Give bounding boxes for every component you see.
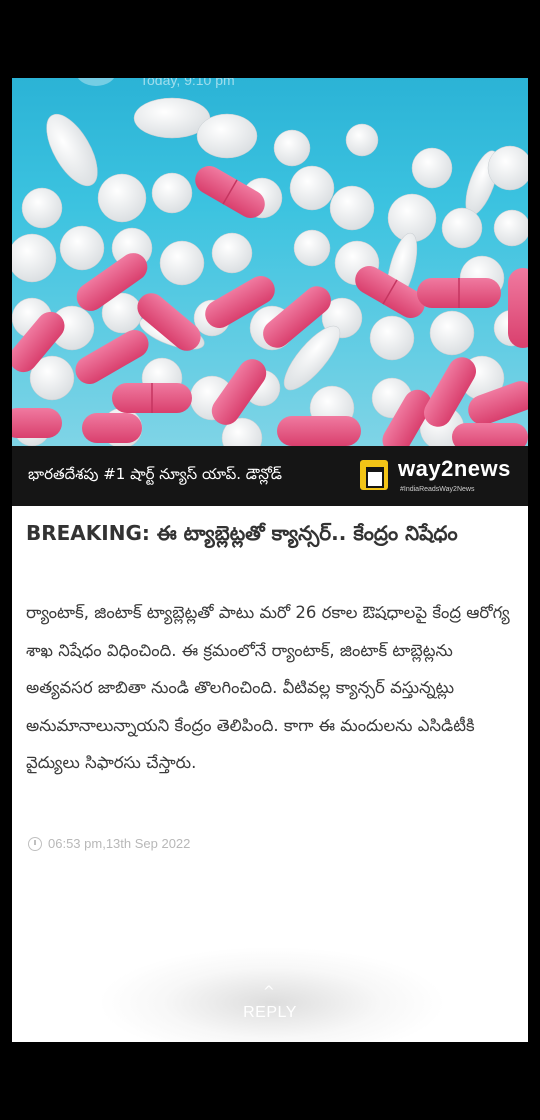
banner-text: భారతదేశపు #1 షార్ట్ న్యూస్ యాప్. డౌన్లోడ… — [28, 465, 283, 483]
chevron-up-icon[interactable]: ^ — [263, 984, 275, 1000]
news-card[interactable]: Today, 9:10 pm భారతదేశపు #1 షార్ట్ న్యూస… — [12, 78, 528, 1042]
article-timestamp: 06:53 pm,13th Sep 2022 — [48, 836, 191, 851]
article-timestamp-row: 06:53 pm,13th Sep 2022 — [28, 836, 190, 851]
article-headline: BREAKING: ఈ ట్యాబ్లెట్లతో క్యాన్సర్.. కే… — [26, 521, 458, 545]
reply-button[interactable]: REPLY — [12, 1004, 528, 1022]
article-body: ర్యాంటాక్, జింటాక్ ట్యాబ్లెట్లతో పాటు మర… — [26, 603, 510, 772]
brand-tagline: #IndiaReadsWay2News — [400, 486, 475, 493]
pills-illustration — [12, 97, 528, 446]
clock-icon — [28, 836, 42, 851]
hero-image-pills: Today, 9:10 pm — [12, 78, 528, 446]
promo-banner[interactable]: భారతదేశపు #1 షార్ట్ న్యూస్ యాప్. డౌన్లోడ… — [12, 446, 528, 506]
way2news-logo-icon — [360, 460, 388, 490]
brand-name: way2news — [398, 456, 511, 481]
